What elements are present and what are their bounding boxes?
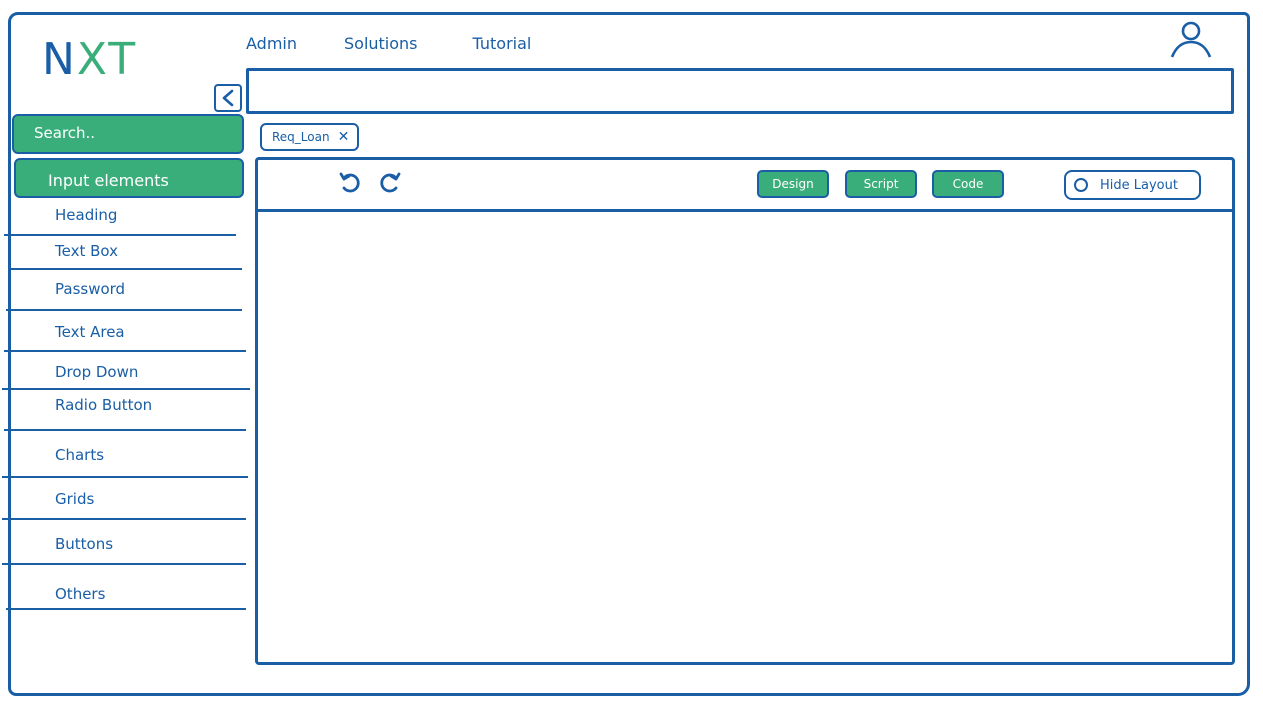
sidebar-item-text-area[interactable]: Text Area <box>55 323 125 341</box>
sidebar-item-buttons[interactable]: Buttons <box>55 535 113 553</box>
user-icon[interactable] <box>1170 20 1212 60</box>
editor-canvas[interactable] <box>255 157 1235 665</box>
nav-solutions[interactable]: Solutions <box>344 34 418 53</box>
divider <box>2 388 250 390</box>
nav-tutorial[interactable]: Tutorial <box>473 34 532 53</box>
hide-layout-label: Hide Layout <box>1100 177 1178 193</box>
hide-layout-toggle[interactable]: Hide Layout <box>1064 170 1201 200</box>
divider <box>2 563 246 565</box>
tab-label: Req_Loan <box>272 130 330 144</box>
brand-logo: NXT <box>42 34 137 85</box>
redo-icon[interactable] <box>378 170 402 194</box>
collapse-sidebar-button[interactable] <box>214 84 242 112</box>
toolbar-divider <box>258 209 1234 212</box>
undo-icon[interactable] <box>338 170 362 194</box>
logo-letter-t: T <box>108 34 138 85</box>
divider <box>4 234 236 236</box>
close-icon[interactable]: ✕ <box>338 129 350 145</box>
sidebar-header-input-elements[interactable]: Input elements <box>14 158 244 198</box>
code-mode-button[interactable]: Code <box>932 170 1004 198</box>
sidebar-item-radio-button[interactable]: Radio Button <box>55 396 152 414</box>
sidebar-item-others[interactable]: Others <box>55 585 105 603</box>
sidebar-item-drop-down[interactable]: Drop Down <box>55 363 138 381</box>
logo-letter-n: N <box>42 34 77 85</box>
divider <box>6 608 246 610</box>
radio-icon <box>1074 178 1088 192</box>
sidebar-item-charts[interactable]: Charts <box>55 446 104 464</box>
divider <box>4 429 246 431</box>
top-bar <box>246 68 1234 114</box>
sidebar-item-password[interactable]: Password <box>55 280 125 298</box>
divider <box>4 350 246 352</box>
design-mode-button[interactable]: Design <box>757 170 829 198</box>
divider <box>2 476 248 478</box>
divider <box>2 518 246 520</box>
script-mode-button[interactable]: Script <box>845 170 917 198</box>
sidebar-item-text-box[interactable]: Text Box <box>55 242 118 260</box>
top-navigation: Admin Solutions Tutorial <box>246 34 531 53</box>
sidebar-item-grids[interactable]: Grids <box>55 490 94 508</box>
search-placeholder: Search.. <box>34 124 96 142</box>
chevron-left-icon <box>222 89 234 107</box>
divider <box>8 268 242 270</box>
logo-letter-x: X <box>76 34 109 85</box>
tab-req-loan[interactable]: Req_Loan ✕ <box>260 123 359 151</box>
nav-admin[interactable]: Admin <box>246 34 297 53</box>
search-input[interactable]: Search.. <box>12 114 244 154</box>
divider <box>6 309 242 311</box>
sidebar-item-heading[interactable]: Heading <box>55 206 117 224</box>
